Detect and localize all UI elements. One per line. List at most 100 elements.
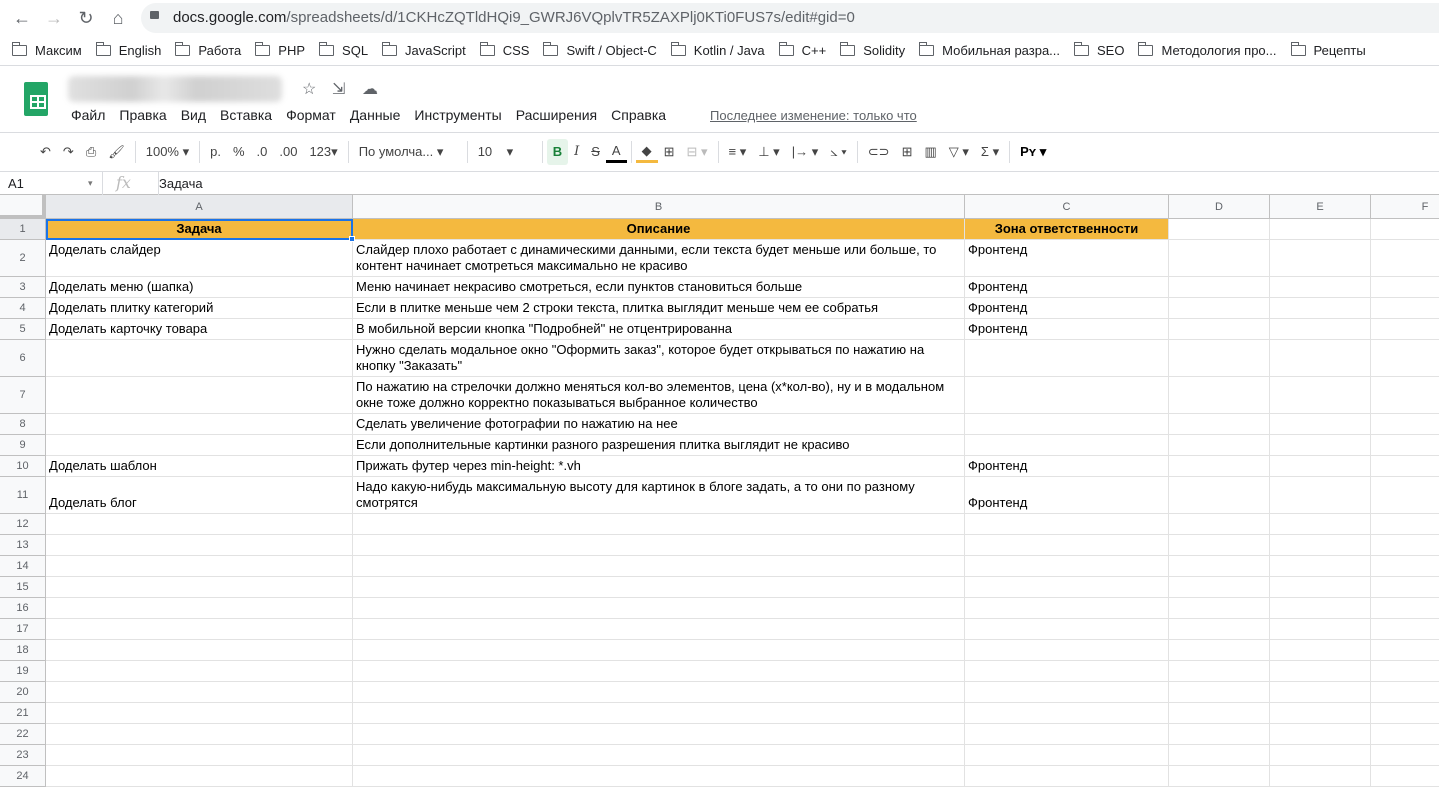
row-header-13[interactable]: 13 [0, 535, 46, 556]
undo-icon[interactable]: ↶ [34, 139, 57, 165]
cell[interactable] [1371, 240, 1439, 277]
number-format-select[interactable]: 123▾ [303, 139, 343, 165]
cell[interactable] [1270, 682, 1371, 703]
cell[interactable] [1270, 577, 1371, 598]
bookmark-7[interactable]: Swift / Object-C [543, 42, 657, 58]
cell[interactable]: Доделать шаблон [46, 456, 353, 477]
cell[interactable] [965, 435, 1169, 456]
cell[interactable] [1270, 766, 1371, 787]
cell[interactable] [1371, 640, 1439, 661]
row-header-23[interactable]: 23 [0, 745, 46, 766]
cell[interactable] [965, 535, 1169, 556]
cell[interactable] [1371, 277, 1439, 298]
row-header-14[interactable]: 14 [0, 556, 46, 577]
cell[interactable]: Доделать карточку товара [46, 319, 353, 340]
row-header-10[interactable]: 10 [0, 456, 46, 477]
cell[interactable] [1270, 319, 1371, 340]
column-header-A[interactable]: A [46, 195, 353, 219]
menu-5[interactable]: Данные [350, 107, 401, 123]
cell[interactable] [46, 703, 353, 724]
cell[interactable] [1270, 619, 1371, 640]
cell[interactable] [965, 640, 1169, 661]
bookmark-13[interactable]: Методология про... [1138, 42, 1277, 58]
move-icon[interactable]: ⇲ [332, 79, 345, 99]
fill-color-icon[interactable]: ◆ [635, 141, 658, 163]
cell[interactable]: Надо какую-нибудь максимальную высоту дл… [353, 477, 965, 514]
cell[interactable] [1270, 514, 1371, 535]
cell[interactable] [1169, 377, 1270, 414]
selection-handle[interactable] [349, 236, 355, 242]
cell[interactable]: Слайдер плохо работает с динамическими д… [353, 240, 965, 277]
merge-cells-icon[interactable]: ⊟ ▾ [680, 139, 713, 165]
cell[interactable] [1169, 240, 1270, 277]
header-cell[interactable] [1169, 219, 1270, 240]
bookmark-2[interactable]: Работа [175, 42, 241, 58]
menu-6[interactable]: Инструменты [414, 107, 501, 123]
cell[interactable] [1169, 640, 1270, 661]
cell[interactable] [46, 514, 353, 535]
row-header-9[interactable]: 9 [0, 435, 46, 456]
cell[interactable] [1371, 556, 1439, 577]
sheets-logo[interactable] [24, 82, 48, 116]
cell[interactable] [965, 377, 1169, 414]
font-size-select[interactable]: 10 ▾ [472, 139, 538, 165]
cell[interactable]: Доделать блог [46, 477, 353, 514]
cell[interactable] [353, 619, 965, 640]
cell[interactable]: Нужно сделать модальное окно "Оформить з… [353, 340, 965, 377]
bookmark-4[interactable]: SQL [319, 42, 368, 58]
cell[interactable] [1371, 414, 1439, 435]
paint-format-icon[interactable]: 🖌 [102, 139, 131, 165]
menu-3[interactable]: Вставка [220, 107, 272, 123]
cell[interactable] [1169, 514, 1270, 535]
row-header-3[interactable]: 3 [0, 277, 46, 298]
cell[interactable] [46, 724, 353, 745]
bold-button[interactable]: B [546, 139, 569, 165]
cell[interactable] [965, 340, 1169, 377]
row-header-21[interactable]: 21 [0, 703, 46, 724]
cell[interactable]: Меню начинает некрасиво смотреться, если… [353, 277, 965, 298]
row-header-8[interactable]: 8 [0, 414, 46, 435]
row-header-18[interactable]: 18 [0, 640, 46, 661]
bookmark-1[interactable]: English [95, 42, 161, 58]
cell[interactable] [1169, 456, 1270, 477]
cell[interactable] [46, 340, 353, 377]
cell[interactable]: Фронтенд [965, 477, 1169, 514]
cell[interactable] [1371, 745, 1439, 766]
cell[interactable] [1270, 477, 1371, 514]
cell[interactable] [1270, 661, 1371, 682]
cell[interactable] [1270, 377, 1371, 414]
menu-7[interactable]: Расширения [516, 107, 597, 123]
cell[interactable] [1270, 414, 1371, 435]
increase-decimal-button[interactable]: .00 [273, 139, 303, 165]
cell[interactable] [1371, 619, 1439, 640]
bookmark-3[interactable]: PHP [255, 42, 305, 58]
cell[interactable] [1371, 766, 1439, 787]
bookmark-10[interactable]: Solidity [840, 42, 905, 58]
currency-button[interactable]: р. [204, 139, 227, 165]
cell[interactable] [1371, 703, 1439, 724]
cell[interactable] [1270, 724, 1371, 745]
header-cell[interactable]: Зона ответственности [965, 219, 1169, 240]
cell[interactable] [1371, 535, 1439, 556]
cell[interactable] [1169, 414, 1270, 435]
cell[interactable] [1169, 556, 1270, 577]
cell[interactable] [46, 435, 353, 456]
bookmark-11[interactable]: Мобильная разра... [919, 42, 1060, 58]
row-header-4[interactable]: 4 [0, 298, 46, 319]
cell[interactable] [965, 514, 1169, 535]
cell[interactable] [965, 724, 1169, 745]
cell[interactable]: Фронтенд [965, 456, 1169, 477]
cell[interactable] [965, 766, 1169, 787]
row-header-17[interactable]: 17 [0, 619, 46, 640]
cell[interactable] [1270, 556, 1371, 577]
row-header-7[interactable]: 7 [0, 377, 46, 414]
cell[interactable] [46, 766, 353, 787]
menu-2[interactable]: Вид [181, 107, 206, 123]
bookmark-14[interactable]: Рецепты [1290, 42, 1366, 58]
row-header-1[interactable]: 1 [0, 219, 46, 240]
header-cell[interactable] [1371, 219, 1439, 240]
cell[interactable] [1270, 598, 1371, 619]
text-wrap-icon[interactable]: |→ ▾ [786, 139, 825, 165]
cell[interactable] [353, 703, 965, 724]
cell[interactable] [46, 640, 353, 661]
